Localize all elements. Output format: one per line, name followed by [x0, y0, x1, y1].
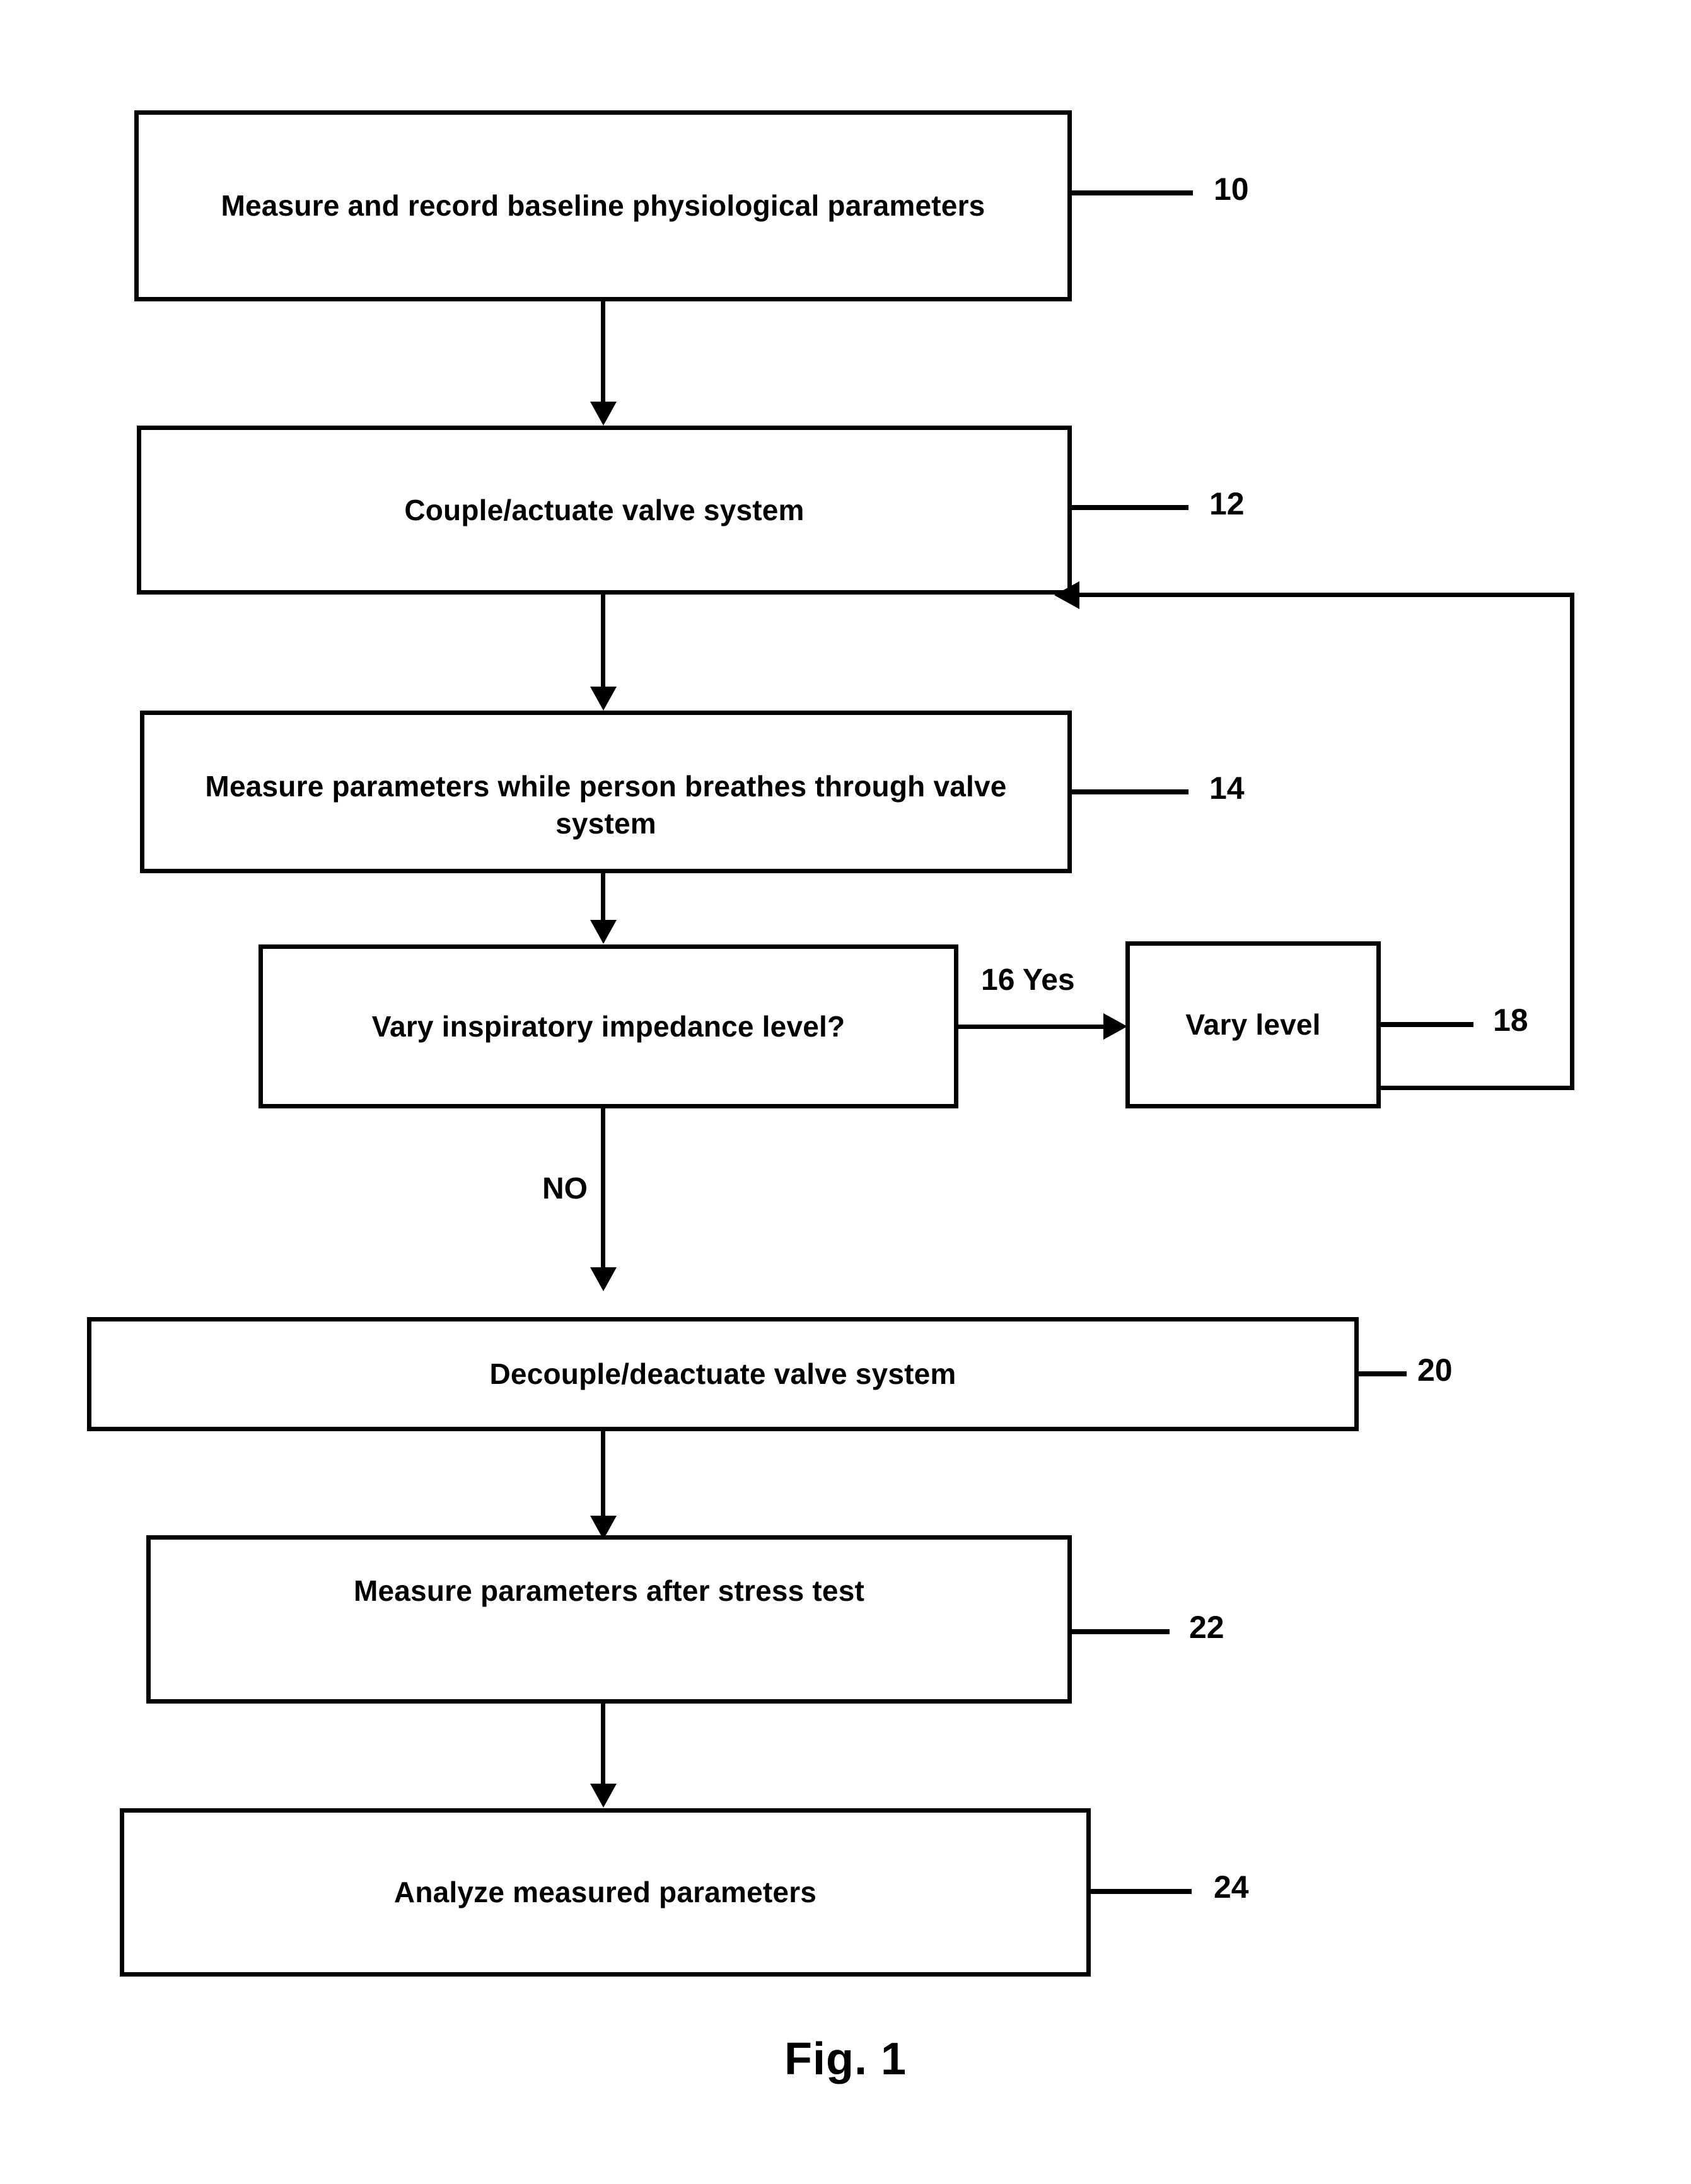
connector-22-to-24	[601, 1704, 605, 1784]
figure-canvas: Measure and record baseline physiologica…	[0, 0, 1691, 2184]
reference-numeral-12: 12	[1209, 486, 1245, 521]
edge-label-yes: 16 Yes	[981, 963, 1075, 997]
leader-line-12	[1072, 505, 1188, 510]
process-box-label: Couple/actuate valve system	[404, 493, 805, 526]
leader-line-22	[1072, 1629, 1170, 1634]
process-box-measure-after-stress-test[interactable]: Measure parameters after stress test	[146, 1535, 1072, 1704]
process-box-couple-actuate-valve[interactable]: Couple/actuate valve system	[137, 426, 1072, 595]
reference-numeral-18: 18	[1493, 1002, 1528, 1038]
arrowhead-10-to-12	[590, 402, 617, 426]
connector-20-to-22	[601, 1431, 605, 1516]
connector-16-to-18	[958, 1025, 1105, 1029]
figure-caption: Fig. 1	[784, 2034, 907, 2084]
process-box-measure-baseline[interactable]: Measure and record baseline physiologica…	[134, 110, 1072, 301]
reference-numeral-20: 20	[1417, 1352, 1453, 1388]
process-box-label: Analyze measured parameters	[393, 1876, 817, 1909]
leader-line-14	[1072, 789, 1188, 794]
arrowhead-12-to-14	[590, 687, 617, 711]
arrowhead-16-to-18	[1103, 1013, 1127, 1040]
arrowhead-feedback-to-12	[1054, 581, 1079, 609]
feedback-segment-horizontal-bottom	[1381, 1086, 1574, 1090]
feedback-segment-vertical	[1570, 593, 1574, 1090]
connector-16-to-20	[601, 1108, 605, 1268]
leader-line-24	[1091, 1889, 1192, 1894]
process-box-label: Measure parameters while person breathes…	[205, 770, 1007, 840]
arrowhead-16-to-20	[590, 1267, 617, 1291]
leader-line-10	[1072, 190, 1193, 195]
connector-12-to-14	[601, 595, 605, 687]
reference-numeral-14: 14	[1209, 770, 1245, 806]
leader-line-20	[1359, 1371, 1407, 1376]
process-box-label: Measure parameters after stress test	[353, 1574, 865, 1607]
process-box-decouple-deactuate-valve[interactable]: Decouple/deactuate valve system	[87, 1317, 1359, 1431]
process-box-label: Vary level	[1185, 1008, 1321, 1042]
edge-label-no: NO	[542, 1172, 588, 1205]
reference-numeral-10: 10	[1214, 171, 1249, 207]
process-box-measure-while-breathing[interactable]: Measure parameters while person breathes…	[140, 711, 1072, 873]
arrowhead-22-to-24	[590, 1784, 617, 1808]
reference-numeral-24: 24	[1214, 1869, 1249, 1905]
connector-10-to-12	[601, 301, 605, 402]
reference-numeral-22: 22	[1189, 1610, 1224, 1645]
leader-line-18	[1381, 1022, 1473, 1027]
process-box-label: Measure and record baseline physiologica…	[221, 189, 985, 223]
decision-box-vary-impedance-level[interactable]: Vary inspiratory impedance level?	[259, 944, 958, 1108]
process-box-vary-level[interactable]: Vary level	[1125, 941, 1381, 1108]
process-box-analyze-measured-parameters[interactable]: Analyze measured parameters	[120, 1808, 1091, 1977]
arrowhead-14-to-16	[590, 920, 617, 944]
decision-box-label: Vary inspiratory impedance level?	[371, 1009, 846, 1043]
feedback-segment-horizontal-top	[1072, 593, 1574, 597]
process-box-label: Decouple/deactuate valve system	[489, 1357, 956, 1391]
connector-14-to-16	[601, 873, 605, 921]
